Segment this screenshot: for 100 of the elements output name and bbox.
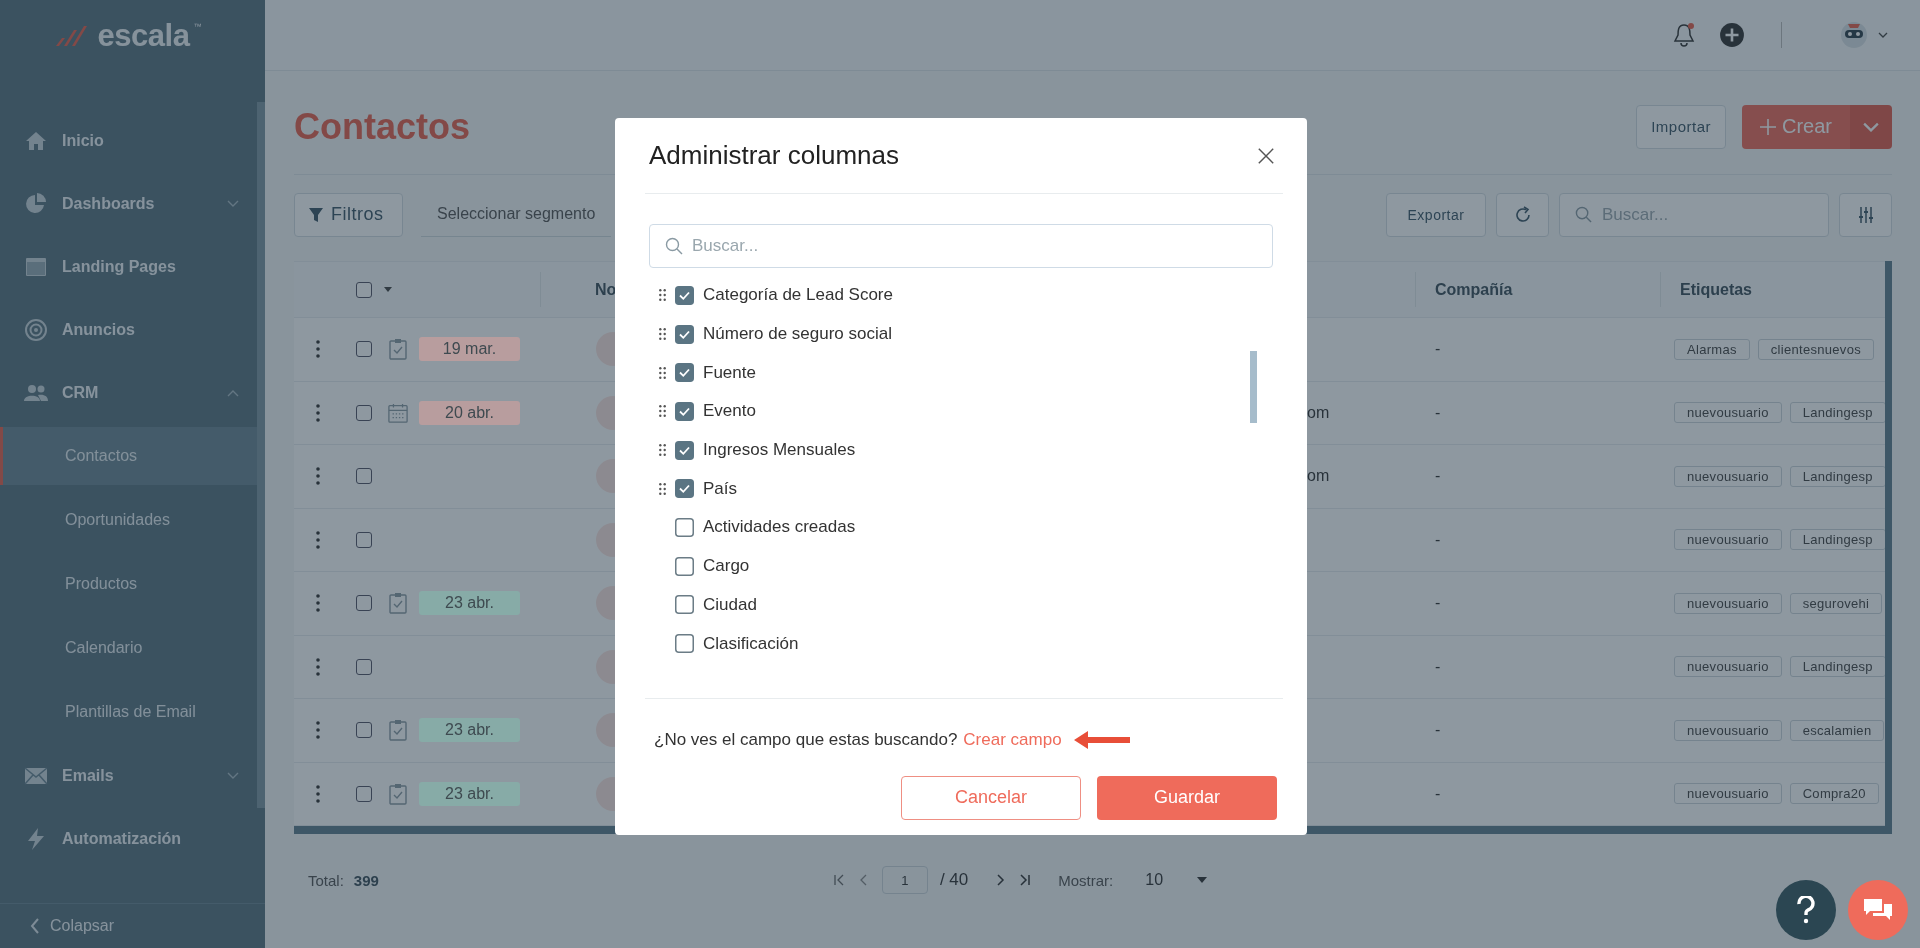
last-page-icon[interactable] — [1018, 874, 1031, 886]
page-field[interactable]: 1 — [881, 866, 928, 894]
checkbox[interactable] — [675, 324, 694, 344]
column-option[interactable]: Evento — [703, 401, 756, 422]
drag-handle-icon[interactable] — [659, 289, 666, 302]
checkbox[interactable] — [675, 363, 694, 383]
table-cell: - — [1435, 721, 1441, 740]
drag-handle-icon[interactable] — [659, 328, 666, 341]
first-page-icon[interactable] — [833, 874, 846, 886]
table-cell: om — [1307, 467, 1330, 486]
checkbox[interactable] — [356, 722, 372, 739]
column-option[interactable]: Actividades creadas — [703, 517, 856, 538]
table-cell: - — [1435, 594, 1441, 613]
drag-handle-icon[interactable] — [659, 366, 666, 379]
checkbox[interactable] — [356, 404, 372, 421]
create-dropdown-button[interactable] — [1850, 104, 1892, 149]
date-badge: 19 mar. — [419, 337, 520, 362]
column-option[interactable]: Número de seguro social — [703, 324, 892, 345]
checkbox[interactable] — [675, 440, 694, 460]
checkbox[interactable] — [675, 595, 694, 615]
checkbox[interactable] — [356, 595, 372, 612]
checkbox[interactable] — [675, 517, 694, 537]
drag-handle-icon[interactable] — [659, 405, 666, 418]
more-options-icon[interactable] — [316, 530, 320, 549]
column-option[interactable]: Ingresos Mensuales — [703, 440, 856, 461]
column-settings-button[interactable] — [1839, 192, 1892, 237]
checkbox[interactable] — [356, 281, 372, 298]
create-button[interactable]: Crear — [1742, 104, 1850, 149]
tag: nuevousuario — [1674, 402, 1782, 424]
more-options-icon[interactable] — [316, 467, 320, 486]
nav-subitem[interactable]: Productos — [0, 552, 257, 616]
checkbox[interactable] — [356, 531, 372, 548]
nav-subitem[interactable]: Oportunidades — [0, 488, 257, 552]
nav-subitem[interactable]: Calendario — [0, 616, 257, 680]
table-cell: - — [1435, 657, 1441, 676]
search-icon — [665, 237, 683, 255]
date-badge: 20 abr. — [419, 400, 520, 425]
search-field[interactable]: Buscar... — [649, 224, 1273, 268]
column-option[interactable]: Cargo — [703, 556, 750, 577]
table-cell: - — [1435, 403, 1441, 422]
caret-icon[interactable] — [1197, 877, 1208, 883]
column-header[interactable]: Etiquetas — [1680, 280, 1752, 299]
save-button[interactable]: Guardar — [1097, 775, 1277, 820]
column-option[interactable]: Fuente — [703, 362, 756, 383]
next-page-icon[interactable] — [994, 874, 1007, 886]
logo-text: escala — [97, 17, 190, 54]
nav-subitem[interactable]: Plantillas de Email — [0, 680, 257, 744]
checkbox[interactable] — [356, 468, 372, 485]
scrollbar[interactable] — [1250, 351, 1257, 423]
table-cell: - — [1435, 467, 1441, 486]
checkbox[interactable] — [675, 285, 694, 305]
table-cell: - — [1435, 340, 1441, 359]
clipboard-check-icon — [388, 719, 408, 742]
create-field-link[interactable]: Crear campo — [963, 729, 1062, 750]
add-icon[interactable] — [1719, 22, 1745, 48]
more-options-icon[interactable] — [316, 784, 320, 803]
import-button[interactable]: Importar — [1636, 104, 1726, 149]
drag-handle-icon[interactable] — [659, 444, 666, 457]
checkbox[interactable] — [675, 556, 694, 576]
checkbox[interactable] — [356, 785, 372, 802]
filters-button[interactable]: Filtros — [294, 192, 403, 237]
clipboard-check-icon — [388, 592, 408, 615]
refresh-button[interactable] — [1496, 192, 1549, 237]
column-header[interactable]: Compañía — [1435, 280, 1513, 299]
caret-icon[interactable] — [1878, 32, 1888, 38]
nav-subitem[interactable]: Contactos — [0, 427, 257, 485]
bell-icon[interactable] — [1671, 22, 1697, 48]
checkbox[interactable] — [356, 341, 372, 358]
more-options-icon[interactable] — [316, 403, 320, 422]
more-options-icon[interactable] — [316, 340, 320, 359]
column-option[interactable]: Clasificación — [703, 633, 799, 654]
more-options-icon[interactable] — [316, 657, 320, 676]
checkbox[interactable] — [675, 401, 694, 421]
plus-icon — [1760, 118, 1776, 135]
drag-handle-icon[interactable] — [659, 482, 666, 495]
nav-item[interactable]: Automatización — [0, 807, 265, 870]
checkbox[interactable] — [356, 658, 372, 675]
scrollbar[interactable] — [1885, 261, 1892, 826]
close-icon[interactable] — [1257, 146, 1275, 165]
tag: Compra20 — [1789, 783, 1879, 805]
page-title: Contactos — [294, 105, 470, 148]
target-icon — [24, 317, 48, 342]
filter-icon — [309, 207, 323, 222]
dialog-title: Administrar columnas — [649, 140, 899, 171]
caret-icon[interactable] — [384, 287, 392, 292]
scrollbar[interactable] — [257, 102, 265, 808]
calendar-icon — [388, 401, 408, 424]
checkbox[interactable] — [675, 479, 694, 499]
page-size-select[interactable]: 10 — [1145, 871, 1186, 889]
more-options-icon[interactable] — [316, 594, 320, 613]
more-options-icon[interactable] — [316, 721, 320, 740]
column-option[interactable]: Categoría de Lead Score — [703, 285, 893, 306]
column-option[interactable]: Ciudad — [703, 594, 757, 615]
cancel-button[interactable]: Cancelar — [901, 775, 1081, 820]
checkbox[interactable] — [675, 634, 694, 654]
column-header[interactable]: No — [595, 280, 617, 299]
segment-select[interactable]: Seleccionar segmento — [421, 192, 611, 237]
search-icon — [1575, 205, 1592, 223]
column-option[interactable]: País — [703, 478, 738, 499]
export-button[interactable]: Exportar — [1386, 192, 1486, 237]
